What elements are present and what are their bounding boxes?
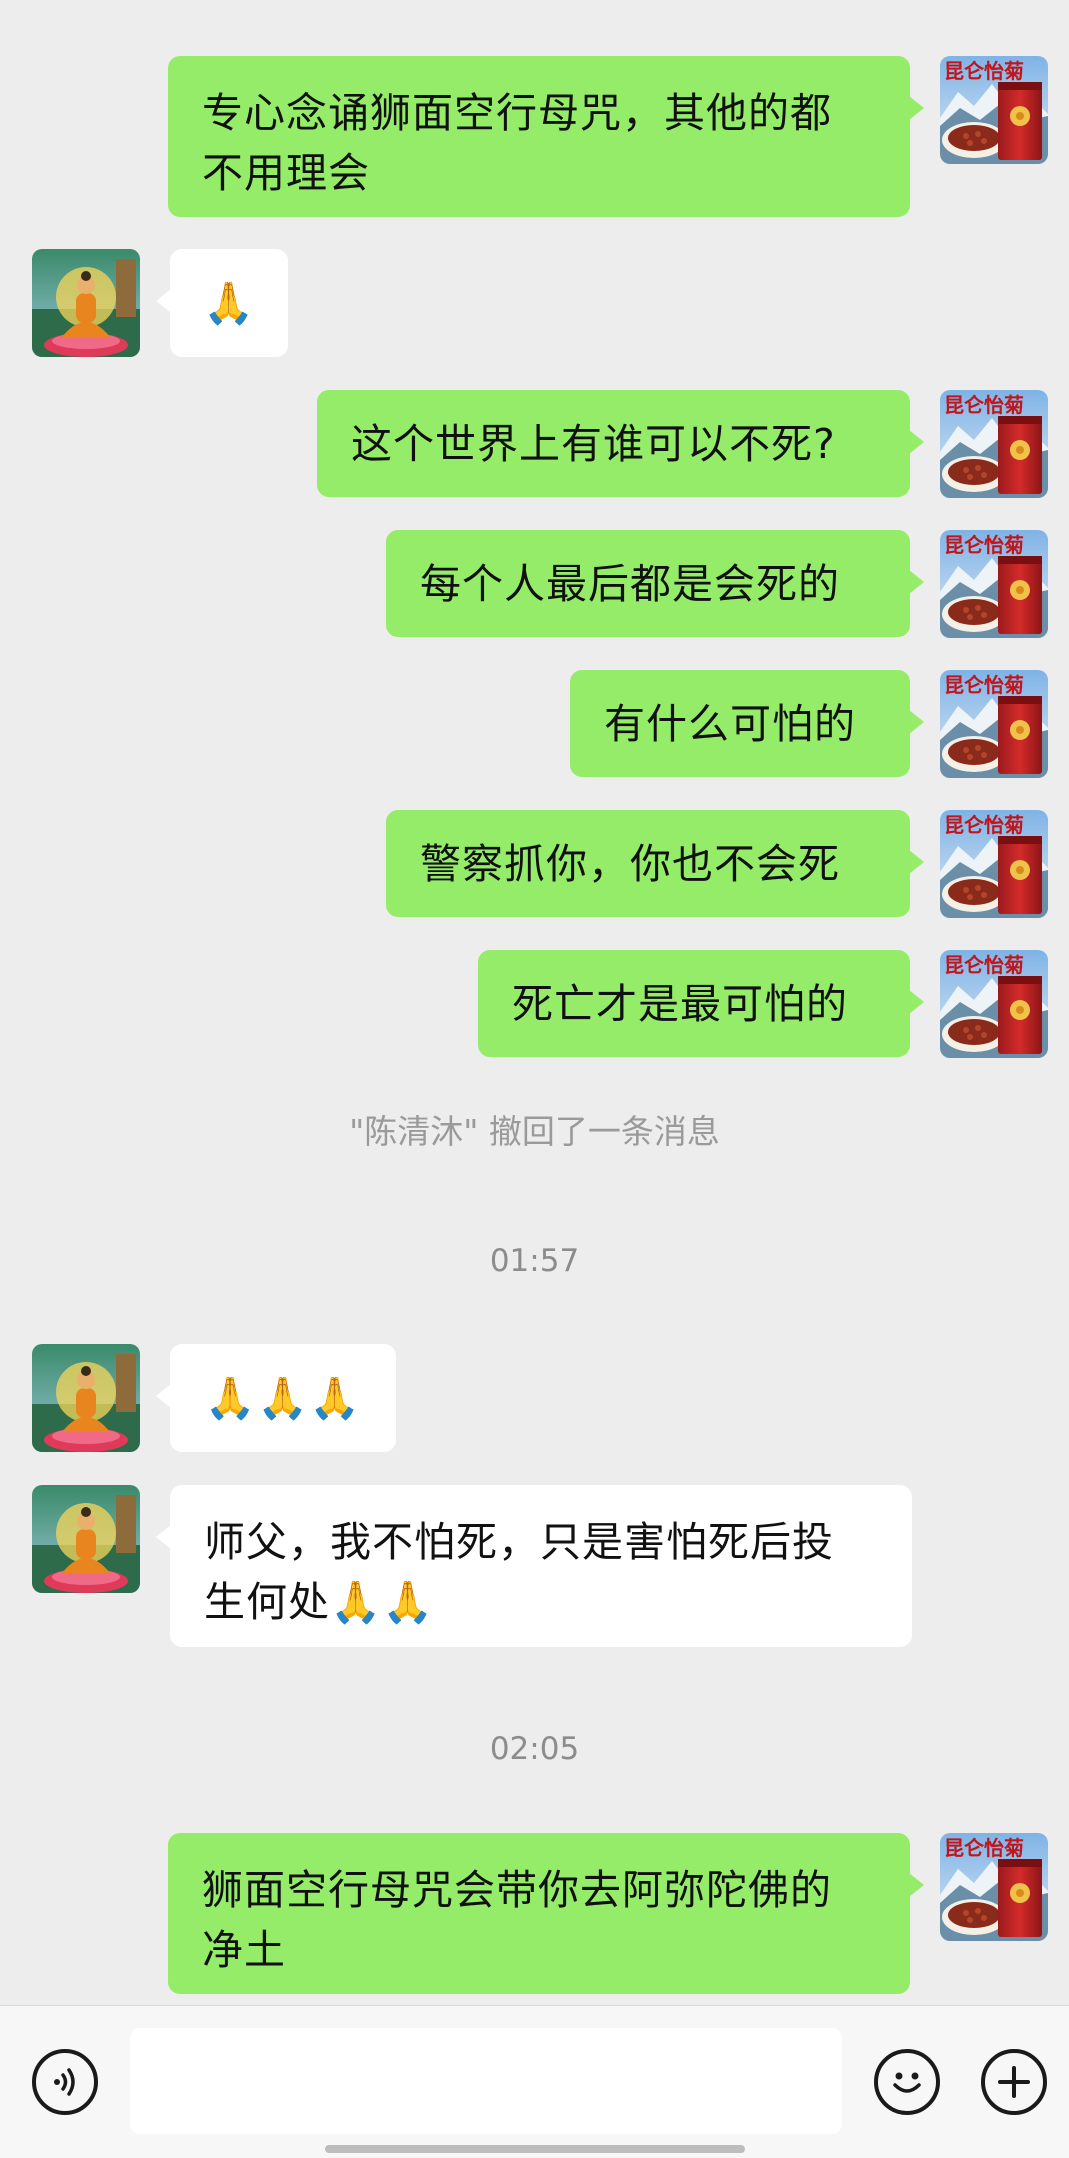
contact-avatar[interactable]	[32, 249, 140, 357]
message-text: 死亡才是最可怕的	[512, 979, 848, 1028]
message-text: 这个世界上有谁可以不死?	[351, 419, 836, 468]
sent-message-bubble[interactable]: 这个世界上有谁可以不死?	[317, 390, 924, 497]
received-message-bubble[interactable]: 师父，我不怕死，只是害怕死后投 生何处🙏🙏	[156, 1485, 912, 1647]
message-text: 🙏	[202, 279, 256, 327]
emoji-icon	[893, 2072, 921, 2093]
tea-product-avatar-image	[940, 950, 1048, 1058]
sent-message-bubble[interactable]: 每个人最后都是会死的	[386, 530, 924, 637]
sent-message-bubble[interactable]: 专心念诵狮面空行母咒，其他的都 不用理会	[168, 56, 924, 217]
plus-icon	[998, 2066, 1030, 2098]
buddha-avatar-image	[32, 249, 140, 357]
message-input[interactable]	[130, 2028, 842, 2134]
my-avatar[interactable]	[940, 1833, 1048, 1941]
home-indicator[interactable]	[325, 2145, 745, 2153]
message-text: 狮面空行母咒会带你去阿弥陀佛的 净土	[202, 1866, 832, 1974]
contact-avatar[interactable]	[32, 1485, 140, 1593]
tea-product-avatar-image	[940, 1833, 1048, 1941]
my-avatar[interactable]	[940, 530, 1048, 638]
message-text: 专心念诵狮面空行母咒，其他的都 不用理会	[202, 89, 832, 197]
recall-notice: "陈清沐" 撤回了一条消息	[349, 1112, 720, 1151]
timestamp: 02:05	[489, 1731, 580, 1767]
received-message-bubble[interactable]: 🙏	[156, 249, 288, 357]
sent-message-bubble[interactable]: 有什么可怕的	[570, 670, 924, 777]
add-button[interactable]	[981, 2049, 1047, 2115]
buddha-avatar-image	[32, 1344, 140, 1452]
contact-avatar[interactable]	[32, 1344, 140, 1452]
voice-icon	[54, 2068, 75, 2096]
tea-product-avatar-image	[940, 390, 1048, 498]
tea-product-avatar-image	[940, 810, 1048, 918]
sent-message-bubble[interactable]: 死亡才是最可怕的	[478, 950, 924, 1057]
my-avatar[interactable]	[940, 950, 1048, 1058]
emoji-button[interactable]	[874, 2049, 940, 2115]
my-avatar[interactable]	[940, 390, 1048, 498]
received-message-bubble[interactable]: 🙏🙏🙏	[156, 1344, 396, 1452]
message-text: 🙏🙏🙏	[204, 1374, 362, 1422]
message-text: 有什么可怕的	[604, 699, 856, 748]
message-text: 警察抓你，你也不会死	[420, 839, 840, 888]
tea-product-avatar-image	[940, 530, 1048, 638]
buddha-avatar-image	[32, 1485, 140, 1593]
chat-input-bar	[0, 2005, 1069, 2158]
tea-product-avatar-image	[940, 670, 1048, 778]
message-text: 师父，我不怕死，只是害怕死后投 生何处🙏🙏	[204, 1518, 834, 1626]
sent-message-bubble[interactable]: 狮面空行母咒会带你去阿弥陀佛的 净土	[168, 1833, 924, 1994]
my-avatar[interactable]	[940, 810, 1048, 918]
voice-button[interactable]	[32, 2049, 98, 2115]
message-text: 每个人最后都是会死的	[420, 559, 840, 608]
sent-message-bubble[interactable]: 警察抓你，你也不会死	[386, 810, 924, 917]
timestamp: 01:57	[489, 1243, 580, 1279]
my-avatar[interactable]	[940, 670, 1048, 778]
tea-product-avatar-image	[940, 56, 1048, 164]
my-avatar[interactable]	[940, 56, 1048, 164]
